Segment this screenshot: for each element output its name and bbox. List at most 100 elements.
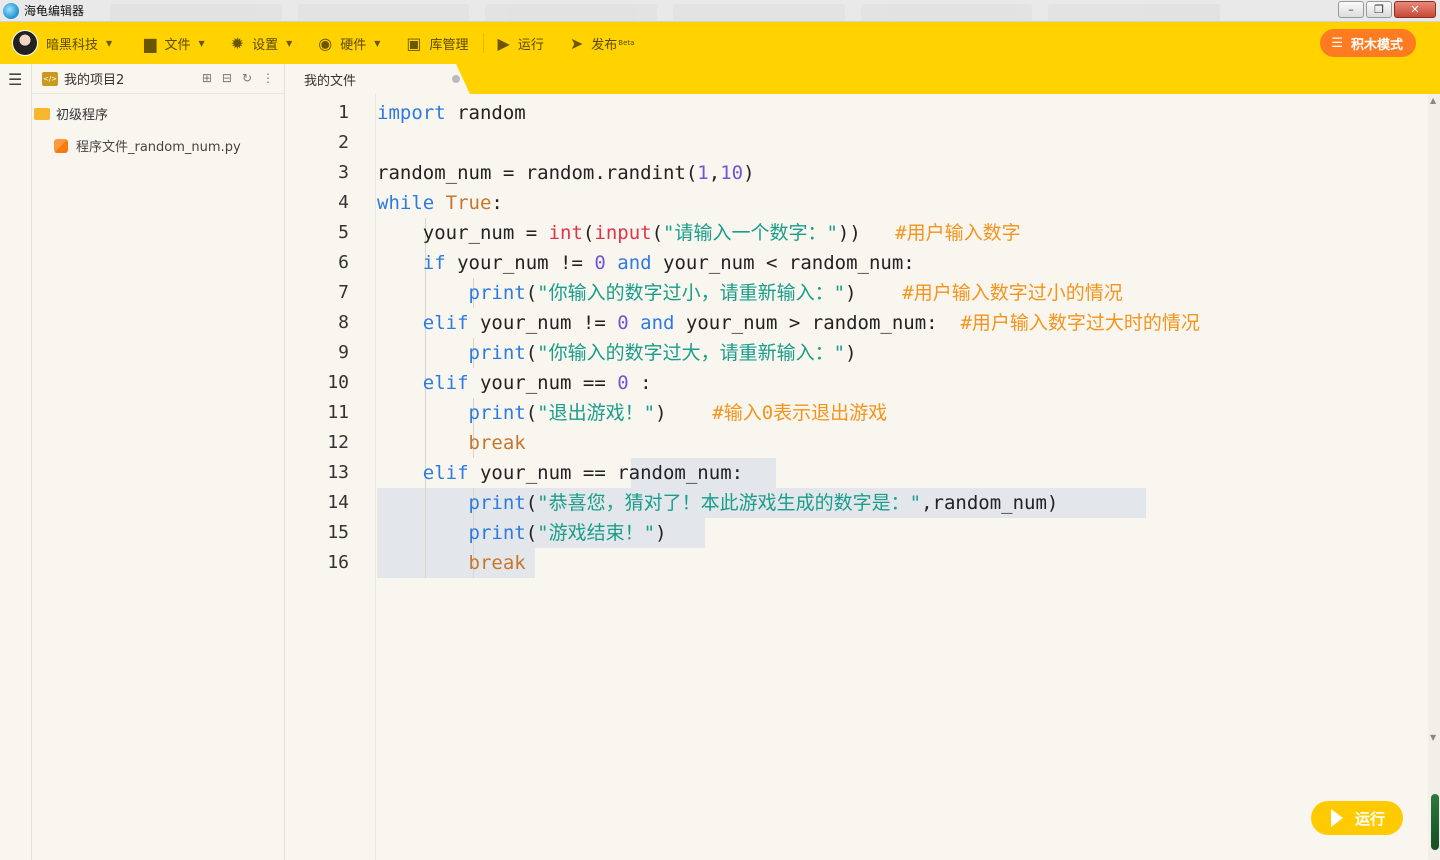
- menu-icon[interactable]: ☰: [8, 70, 22, 89]
- code-token: break: [468, 432, 526, 454]
- user-menu[interactable]: 暗黑科技 ▼: [0, 22, 112, 64]
- user-name: 暗黑科技: [46, 37, 99, 53]
- code-token: and: [617, 252, 652, 274]
- line-number: 7: [338, 282, 349, 303]
- project-icon: </>: [42, 71, 58, 86]
- code-line: print("游戏结束！"): [377, 518, 667, 548]
- library-button[interactable]: ▣ 库管理: [406, 22, 468, 64]
- tab-my-file[interactable]: 我的文件: [286, 64, 470, 94]
- code-token: "游戏结束！": [537, 522, 656, 544]
- sidebar-rail: ☰: [0, 64, 32, 860]
- run-button[interactable]: ▶ 运行: [498, 22, 544, 64]
- code-line: print("你输入的数字过大，请重新输入："): [377, 338, 857, 368]
- code-token: True: [445, 192, 492, 214]
- code-line: break: [377, 428, 526, 458]
- file-menu[interactable]: ▆ 文件 ▼: [144, 22, 204, 64]
- code-token: (: [525, 282, 538, 304]
- line-number: 6: [338, 252, 349, 273]
- code-line: if your_num != 0 and your_num < random_n…: [377, 248, 915, 278]
- toolbar-divider: [482, 33, 484, 53]
- publish-button[interactable]: ➤ 发布 Beta: [570, 22, 635, 64]
- scroll-up-icon[interactable]: ▲: [1430, 96, 1436, 105]
- code-token: )): [837, 222, 896, 244]
- chevron-down-icon: ▼: [374, 38, 381, 48]
- line-number: 13: [327, 462, 349, 483]
- code-token: :: [628, 372, 652, 394]
- scroll-thumb[interactable]: [1431, 794, 1439, 850]
- code-token: #输入0表示退出游戏: [712, 402, 888, 424]
- project-header: </> 我的项目2 ⊞ ⊟ ↻ ⋮: [32, 64, 284, 94]
- project-sidebar: ☰ </> 我的项目2 ⊞ ⊟ ↻ ⋮ 初级程序 程序文件_random_num…: [0, 64, 285, 860]
- new-folder-icon[interactable]: ⊟: [222, 71, 232, 85]
- tree-file[interactable]: 程序文件_random_num.py: [54, 136, 241, 155]
- code-line: print("恭喜您，猜对了！本此游戏生成的数字是：",random_num): [377, 488, 1059, 518]
- code-token: (: [651, 222, 664, 244]
- code-token: while: [377, 192, 435, 214]
- code-token: ): [743, 162, 755, 184]
- block-mode-button[interactable]: ☰ 积木模式: [1320, 29, 1416, 57]
- folder-icon: ▆: [144, 33, 157, 53]
- background-tabs: [110, 4, 1221, 22]
- code-token: int: [548, 222, 583, 244]
- publish-label: 发布: [591, 37, 618, 53]
- code-line: while True:: [377, 188, 503, 218]
- line-number: 2: [338, 132, 349, 153]
- line-number: 3: [338, 162, 349, 183]
- editor-tabbar: 我的文件: [286, 64, 1440, 94]
- new-file-icon[interactable]: ⊞: [202, 71, 212, 85]
- floating-run-label: 运行: [1355, 809, 1386, 828]
- code-token: your_num > random_num:: [674, 312, 961, 334]
- settings-menu[interactable]: ✹ 设置 ▼: [231, 22, 293, 64]
- hardware-menu[interactable]: ◉ 硬件 ▼: [318, 22, 380, 64]
- project-actions: ⊞ ⊟ ↻ ⋮: [202, 71, 274, 85]
- blocks-icon: ☰: [1331, 35, 1343, 51]
- code-token: "请输入一个数字：": [663, 222, 838, 244]
- settings-menu-label: 设置: [252, 37, 279, 53]
- code-token: print: [468, 282, 526, 304]
- vertical-scrollbar[interactable]: ▲ ▼: [1428, 94, 1440, 860]
- maximize-button[interactable]: ❐: [1366, 1, 1392, 18]
- line-number: 15: [327, 522, 349, 543]
- refresh-icon[interactable]: ↻: [242, 71, 252, 85]
- chevron-down-icon: ▼: [106, 38, 113, 48]
- code-token: elif: [422, 462, 469, 484]
- tree-file-label: 程序文件_random_num.py: [76, 140, 241, 155]
- code-token: ): [655, 522, 667, 544]
- scroll-down-icon[interactable]: ▼: [1430, 733, 1436, 742]
- minimize-button[interactable]: –: [1338, 1, 1364, 18]
- code-token: print: [468, 492, 526, 514]
- line-number: 5: [338, 222, 349, 243]
- code-token: your_num == random_num:: [468, 462, 744, 484]
- code-editor[interactable]: 1 2 3 4 5 6 7 8 9 10 11 12 13 14 15 16 i…: [286, 94, 1440, 860]
- run-label: 运行: [517, 37, 544, 53]
- code-token: "你输入的数字过大，请重新输入：": [537, 342, 846, 364]
- more-icon[interactable]: ⋮: [262, 71, 274, 85]
- code-token: :: [491, 192, 503, 214]
- code-token: 10: [720, 162, 744, 184]
- line-number: 8: [338, 312, 349, 333]
- window-controls: – ❐ ✕: [1338, 1, 1436, 18]
- unsaved-dot-icon[interactable]: [452, 75, 460, 83]
- line-number: 11: [327, 402, 349, 423]
- code-token: random: [445, 102, 526, 124]
- tree-folder[interactable]: 初级程序: [34, 104, 108, 123]
- code-token: random_num = random.randint(: [377, 162, 698, 184]
- floating-run-button[interactable]: 运行: [1311, 801, 1403, 835]
- line-number: 14: [327, 492, 349, 513]
- code-token: "恭喜您，猜对了！本此游戏生成的数字是：": [537, 492, 922, 514]
- code-token: (: [525, 342, 538, 364]
- code-token: break: [468, 552, 526, 574]
- close-button[interactable]: ✕: [1394, 1, 1436, 18]
- line-number: 9: [338, 342, 349, 363]
- title-bar: 海龟编辑器 – ❐ ✕: [0, 0, 1440, 22]
- code-line: elif your_num != 0 and your_num > random…: [377, 308, 1200, 338]
- code-line: your_num = int(input("请输入一个数字：")) #用户输入数…: [377, 218, 1021, 248]
